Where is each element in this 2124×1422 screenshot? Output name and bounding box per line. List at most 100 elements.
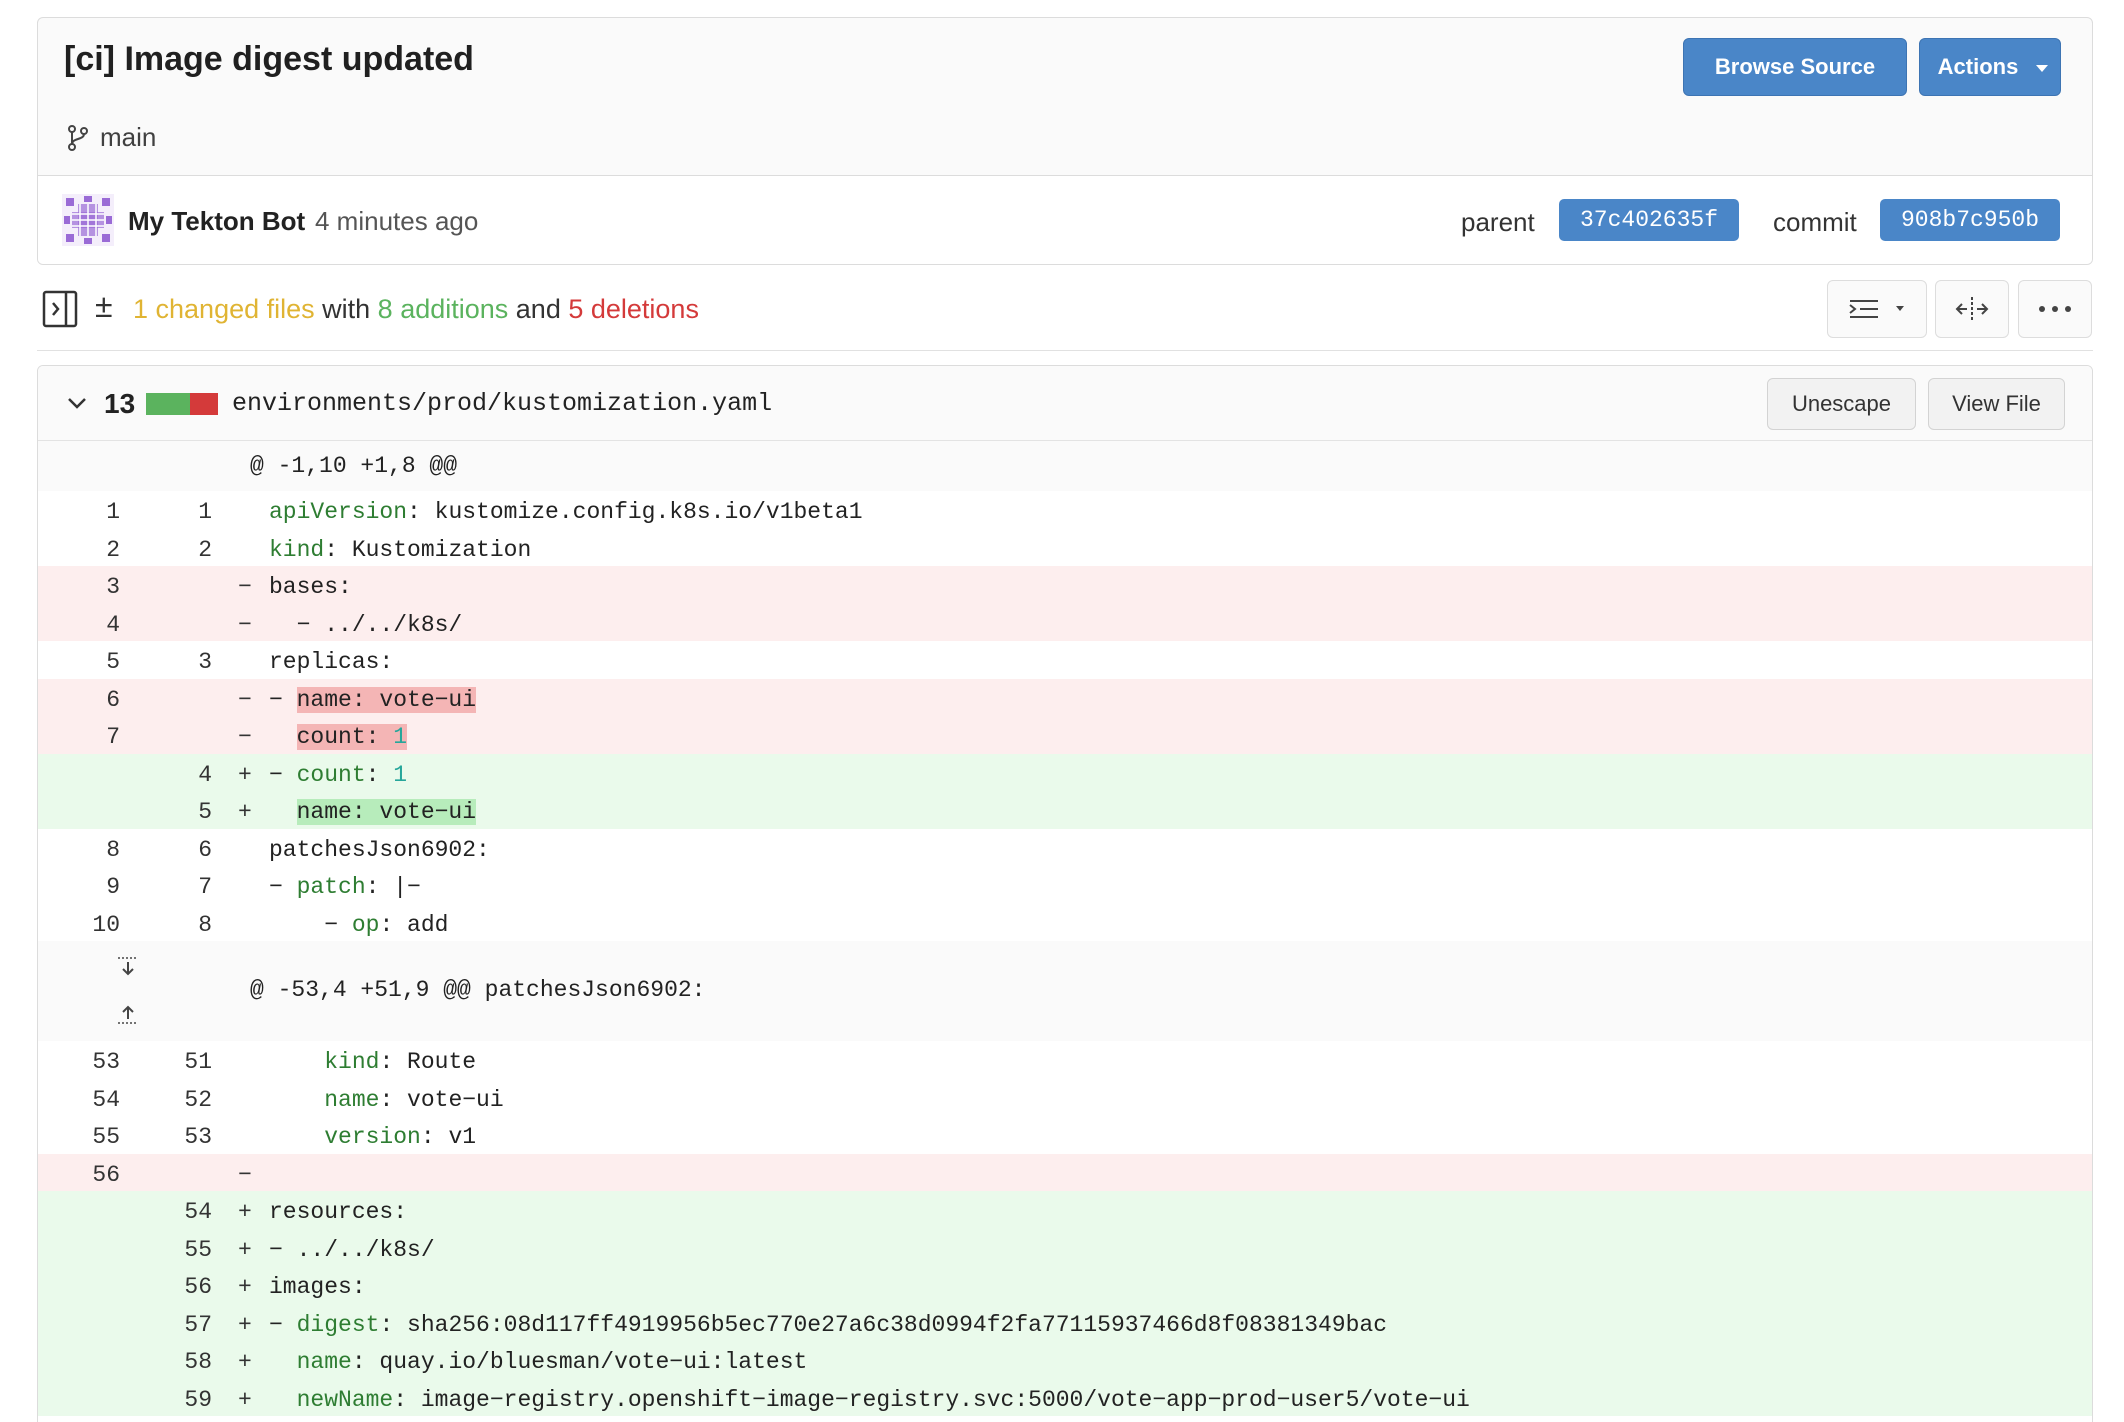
hunk-header-text: @ -1,10 +1,8 @@ (250, 453, 458, 479)
code-token: : add (379, 911, 449, 938)
code-token: digest (296, 1311, 380, 1338)
commit-header: [ci] Image digest updated main Browse So… (37, 17, 2093, 265)
code-text: − digest: sha256:08d117ff4919956b5ec770e… (269, 1312, 1387, 1338)
code-text: count: 1 (269, 724, 408, 750)
code-token: name (296, 1349, 352, 1375)
actions-dropdown-button[interactable]: Actions (1919, 38, 2061, 96)
code-token: − (269, 1311, 297, 1338)
code-text: − op: add (269, 912, 448, 938)
plus-minus-icon: ± (95, 288, 113, 324)
code-token: : (365, 761, 394, 788)
chevron-down-icon[interactable] (66, 392, 88, 414)
diff-line-added: 57 + − digest: sha256:08d117ff4919956b5ec7… (38, 1303, 2092, 1341)
new-line-number[interactable]: 56 (184, 1274, 212, 1300)
old-line-number[interactable]: 56 (92, 1162, 120, 1188)
new-line-number[interactable]: 4 (198, 762, 212, 788)
summary-and: and (508, 294, 569, 324)
old-line-number[interactable]: 5 (106, 649, 120, 675)
new-line-number[interactable]: 54 (184, 1199, 212, 1225)
old-line-number[interactable]: 8 (106, 837, 120, 863)
deletions-count: 5 deletions (568, 294, 699, 324)
new-line-number[interactable]: 3 (198, 649, 212, 675)
old-line-number[interactable]: 53 (92, 1049, 120, 1075)
new-line-number[interactable]: 5 (198, 799, 212, 825)
commit-title: [ci] Image digest updated (64, 40, 474, 78)
code-text: apiVersion: kustomize.config.k8s.io/v1be… (269, 499, 863, 525)
old-line-number[interactable]: 6 (106, 687, 120, 713)
commit-hash-badge[interactable]: 908b7c950b (1880, 199, 2060, 241)
diff-line-context: 55 53 version: v1 (38, 1116, 2092, 1154)
code-text: kind: Kustomization (269, 537, 531, 563)
new-line-number[interactable]: 2 (198, 537, 212, 563)
old-line-number[interactable]: 3 (106, 574, 120, 600)
code-text: images: (269, 1274, 366, 1300)
old-line-number[interactable]: 9 (106, 874, 120, 900)
old-line-number[interactable]: 10 (92, 912, 120, 938)
code-token: kind (269, 536, 325, 563)
old-line-number[interactable]: 7 (106, 724, 120, 750)
file-diff: 13 environments/prod/kustomization.yaml … (37, 365, 2093, 1422)
old-line-number[interactable]: 54 (92, 1087, 120, 1113)
code-token: count: (296, 724, 394, 750)
new-line-number[interactable]: 52 (184, 1087, 212, 1113)
new-line-number[interactable]: 57 (184, 1312, 212, 1338)
code-token: images: (269, 1274, 366, 1300)
author-name[interactable]: My Tekton Bot (128, 206, 305, 237)
old-line-number[interactable]: 4 (106, 612, 120, 638)
code-token: : |− (365, 874, 421, 900)
new-line-number[interactable]: 51 (184, 1049, 212, 1075)
diff-body: @ -1,10 +1,8 @@ 1 1 apiVersion: kustomize.… (38, 441, 2092, 1416)
diff-line-context: 5 3 replicas: (38, 641, 2092, 679)
code-token: name: vote−ui (296, 799, 477, 825)
new-line-number[interactable]: 6 (198, 837, 212, 863)
old-line-number[interactable]: 55 (92, 1124, 120, 1150)
parent-hash-badge[interactable]: 37c402635f (1559, 199, 1739, 241)
diff-sign: + (238, 799, 252, 825)
code-text: name: vote−ui (269, 1086, 504, 1113)
view-file-button[interactable]: View File (1928, 378, 2065, 430)
hunk-header-text: @ -53,4 +51,9 @@ patchesJson6902: (250, 977, 706, 1003)
sidebar-toggle-icon[interactable] (42, 290, 78, 328)
branch-info: main (66, 122, 156, 153)
browse-source-button[interactable]: Browse Source (1683, 38, 1907, 96)
changed-files-count[interactable]: 1 changed files (133, 294, 315, 324)
new-line-number[interactable]: 59 (184, 1387, 212, 1413)
file-path[interactable]: environments/prod/kustomization.yaml (232, 389, 772, 418)
new-line-number[interactable]: 8 (198, 912, 212, 938)
code-text: kind: Route (269, 1049, 476, 1075)
git-branch-icon (68, 124, 88, 151)
expand-down-icon[interactable] (116, 955, 140, 979)
wrap-options-button[interactable] (1827, 280, 1927, 338)
diff-sign: + (238, 1236, 252, 1263)
diff-sign: − (238, 1161, 252, 1188)
code-token: resources: (269, 1199, 408, 1225)
wrap-lines-icon (1849, 300, 1904, 318)
code-token: patchesJson6902: (269, 836, 490, 863)
diff-line-context: 53 51 kind: Route (38, 1041, 2092, 1079)
more-options-icon (2039, 306, 2071, 312)
old-line-number[interactable]: 2 (106, 537, 120, 563)
code-token: − ../../k8s/ (269, 1236, 435, 1263)
diff-line-deleted: 3 − bases: (38, 566, 2092, 604)
expand-up-icon[interactable] (116, 1001, 140, 1025)
new-line-number[interactable]: 58 (184, 1349, 212, 1375)
diff-line-context: 8 6 patchesJson6902: (38, 829, 2092, 867)
old-line-number[interactable]: 1 (106, 499, 120, 525)
code-token: replicas: (269, 649, 394, 675)
code-token: − ../../k8s/ (269, 611, 463, 638)
new-line-number[interactable]: 53 (184, 1124, 212, 1150)
code-token: op (351, 911, 380, 938)
new-line-number[interactable]: 55 (184, 1237, 212, 1263)
diff-line-deleted: 7 − count: 1 (38, 716, 2092, 754)
diff-line-deleted: 56 − (38, 1153, 2092, 1191)
new-line-number[interactable]: 7 (198, 874, 212, 900)
unescape-button[interactable]: Unescape (1767, 378, 1916, 430)
diff-line-added: 56 + images: (38, 1266, 2092, 1304)
split-view-button[interactable] (1935, 280, 2009, 338)
code-token: : vote−ui (379, 1086, 504, 1113)
new-line-number[interactable]: 1 (198, 499, 212, 525)
code-token: : Kustomization (324, 536, 532, 563)
more-options-button[interactable] (2018, 280, 2092, 338)
diff-lines-block: 53 51 kind: Route 54 52 name: vote−ui 55 53 v… (38, 1041, 2092, 1416)
